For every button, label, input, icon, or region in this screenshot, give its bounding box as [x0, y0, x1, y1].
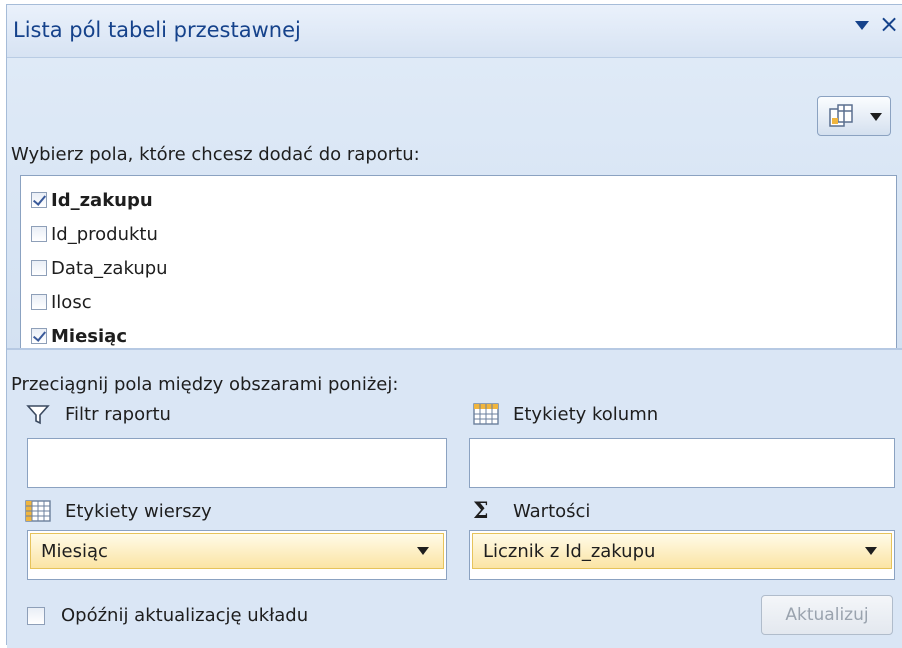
choose-fields-label: Wybierz pola, które chcesz dodać do rapo…: [11, 144, 420, 165]
filter-icon: [26, 405, 50, 425]
column-labels-drop-area[interactable]: [469, 438, 895, 488]
row-labels-icon: [25, 500, 51, 522]
values-label: Wartości: [513, 500, 591, 522]
update-button[interactable]: Aktualizuj: [761, 595, 893, 635]
column-labels-header: Etykiety kolumn: [473, 401, 658, 427]
chevron-down-icon: [870, 113, 882, 121]
field-label: Data_zakupu: [51, 257, 168, 279]
column-labels-label: Etykiety kolumn: [513, 403, 659, 425]
row-field-item[interactable]: Miesiąc: [30, 533, 444, 569]
sigma-icon: Σ: [473, 498, 489, 524]
areas-section: Przeciągnij pola między obszarami poniże…: [7, 348, 902, 648]
pivot-field-list-panel: Lista pól tabeli przestawnej × Wybierz p…: [6, 4, 902, 648]
panel-titlebar: Lista pól tabeli przestawnej ×: [7, 5, 902, 58]
field-checkbox[interactable]: [31, 226, 47, 242]
field-list-layout-icon: [829, 104, 853, 127]
panel-title: Lista pól tabeli przestawnej: [13, 18, 301, 42]
field-checkbox[interactable]: [31, 192, 47, 208]
field-item-id-zakupu[interactable]: Id_zakupu: [31, 186, 153, 214]
field-item-id-produktu[interactable]: Id_produktu: [31, 220, 158, 248]
drag-fields-label: Przeciągnij pola między obszarami poniże…: [11, 374, 399, 395]
fields-section: Wybierz pola, które chcesz dodać do rapo…: [7, 58, 902, 385]
row-labels-label: Etykiety wierszy: [65, 500, 212, 522]
defer-update-label: Opóźnij aktualizację układu: [61, 605, 309, 626]
dropdown-triangle-icon[interactable]: [855, 21, 869, 30]
row-field-label: Miesiąc: [41, 540, 108, 562]
defer-update-option[interactable]: Opóźnij aktualizację układu: [27, 605, 308, 626]
column-labels-icon: [473, 403, 499, 425]
values-drop-area[interactable]: Licznik z Id_zakupu: [469, 530, 895, 580]
close-icon[interactable]: ×: [879, 12, 899, 36]
field-label: Id_zakupu: [51, 189, 153, 211]
field-item-ilosc[interactable]: Ilosc: [31, 288, 92, 316]
field-list-layout-button[interactable]: [817, 96, 891, 136]
row-labels-drop-area[interactable]: Miesiąc: [27, 530, 447, 580]
field-label: Miesiąc: [51, 325, 127, 347]
values-header: Σ Wartości: [473, 498, 590, 524]
defer-update-checkbox[interactable]: [27, 606, 45, 625]
value-field-item[interactable]: Licznik z Id_zakupu: [472, 533, 892, 569]
chevron-down-icon[interactable]: [417, 547, 429, 555]
report-filter-drop-area[interactable]: [27, 438, 447, 488]
field-checkbox[interactable]: [31, 260, 47, 276]
row-labels-header: Etykiety wierszy: [25, 498, 212, 524]
field-item-miesiac[interactable]: Miesiąc: [31, 322, 127, 350]
chevron-down-icon[interactable]: [865, 547, 877, 555]
report-filter-label: Filtr raportu: [65, 403, 171, 425]
field-item-data-zakupu[interactable]: Data_zakupu: [31, 254, 168, 282]
report-filter-header: Filtr raportu: [25, 401, 171, 427]
value-field-label: Licznik z Id_zakupu: [483, 540, 656, 562]
field-checkbox[interactable]: [31, 328, 47, 344]
field-label: Ilosc: [51, 291, 92, 313]
field-checkbox[interactable]: [31, 294, 47, 310]
field-label: Id_produktu: [51, 223, 158, 245]
